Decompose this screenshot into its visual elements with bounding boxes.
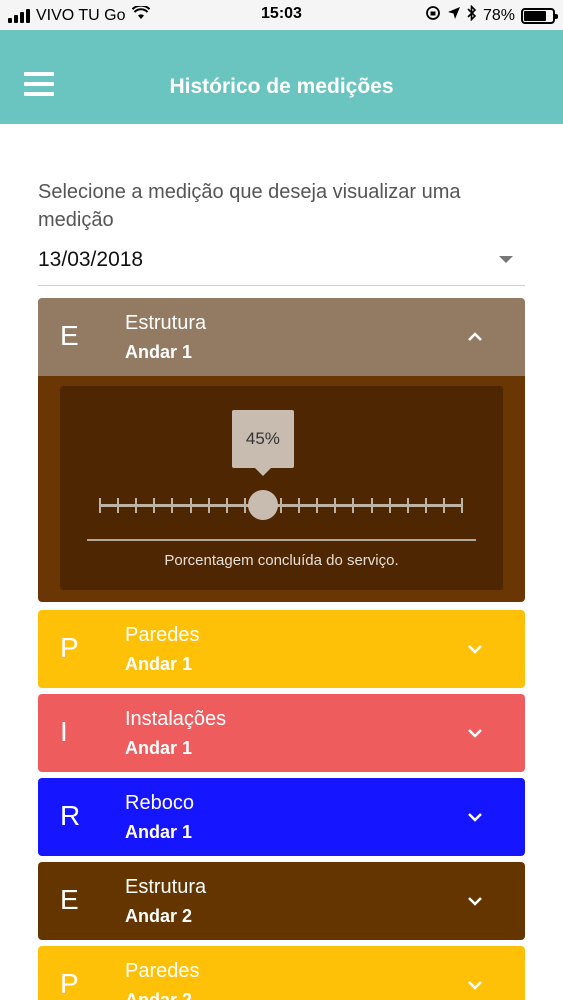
- card-letter: P: [60, 632, 79, 663]
- chevron-up-icon[interactable]: [467, 331, 482, 343]
- accordion-card[interactable]: P Paredes Andar 2: [38, 946, 525, 1000]
- accordion-header[interactable]: E Estrutura Andar 2: [38, 862, 525, 940]
- card-subtitle: Andar 2: [125, 990, 193, 1000]
- bluetooth-icon: [467, 4, 477, 26]
- card-subtitle: Andar 1: [125, 654, 193, 674]
- card-title: Instalações: [125, 708, 227, 730]
- app-bar: Histórico de medições: [0, 30, 563, 124]
- card-letter: E: [60, 320, 79, 351]
- accordion-card[interactable]: E Estrutura Andar 1 45% Porcentagem conc…: [38, 298, 525, 602]
- status-right: 78%: [425, 4, 558, 26]
- accordion-card[interactable]: R Reboco Andar 1: [38, 778, 525, 856]
- chevron-down-icon[interactable]: [467, 811, 482, 823]
- card-letter: R: [60, 800, 81, 831]
- slider-thumb[interactable]: [247, 490, 278, 520]
- card-subtitle: Andar 1: [125, 822, 193, 842]
- card-title: Estrutura: [125, 876, 207, 898]
- chevron-down-icon[interactable]: [467, 979, 482, 991]
- orientation-lock-icon: [425, 5, 441, 26]
- selected-date: 13/03/2018: [38, 248, 144, 271]
- accordion-header[interactable]: E Estrutura Andar 1: [38, 298, 525, 376]
- slider-helper-text: Porcentagem concluída do serviço.: [164, 552, 399, 569]
- accordion-card[interactable]: I Instalações Andar 1: [38, 694, 525, 772]
- card-letter: E: [60, 884, 79, 915]
- chevron-down-icon[interactable]: [467, 895, 482, 907]
- chevron-down-icon[interactable]: [467, 727, 482, 739]
- location-icon: [447, 6, 461, 25]
- page-title: Histórico de medições: [169, 75, 394, 98]
- progress-panel: 45% Porcentagem concluída do serviço.: [60, 386, 503, 590]
- accordion-card[interactable]: E Estrutura Andar 2: [38, 862, 525, 940]
- card-letter: P: [60, 968, 79, 999]
- measurement-date-select[interactable]: 13/03/2018: [38, 242, 525, 286]
- status-bar: VIVO TU Go 15:03 78%: [0, 0, 563, 30]
- card-title: Paredes: [125, 960, 200, 982]
- card-title: Estrutura: [125, 312, 207, 334]
- card-subtitle: Andar 1: [125, 738, 193, 758]
- selector-label: Selecione a medição que deseja visualiza…: [38, 181, 461, 231]
- card-title: Paredes: [125, 624, 200, 646]
- slider-track[interactable]: [100, 504, 462, 507]
- accordion-header[interactable]: P Paredes Andar 2: [38, 946, 525, 1000]
- accordion-header[interactable]: P Paredes Andar 1: [38, 610, 525, 688]
- dropdown-caret-icon: [499, 256, 513, 263]
- card-subtitle: Andar 1: [125, 342, 193, 362]
- accordion-header[interactable]: I Instalações Andar 1: [38, 694, 525, 772]
- card-subtitle: Andar 2: [125, 906, 193, 926]
- accordion-card[interactable]: P Paredes Andar 1: [38, 610, 525, 688]
- battery-percent: 78%: [482, 6, 515, 24]
- accordion-header[interactable]: R Reboco Andar 1: [38, 778, 525, 856]
- chevron-down-icon[interactable]: [467, 643, 482, 655]
- accordion-body: 45% Porcentagem concluída do serviço.: [38, 376, 525, 602]
- slider-value-tooltip: 45%: [231, 410, 294, 476]
- card-title: Reboco: [125, 792, 194, 814]
- slider-underline: [87, 539, 476, 541]
- battery-icon: [521, 7, 558, 24]
- card-letter: I: [60, 716, 68, 747]
